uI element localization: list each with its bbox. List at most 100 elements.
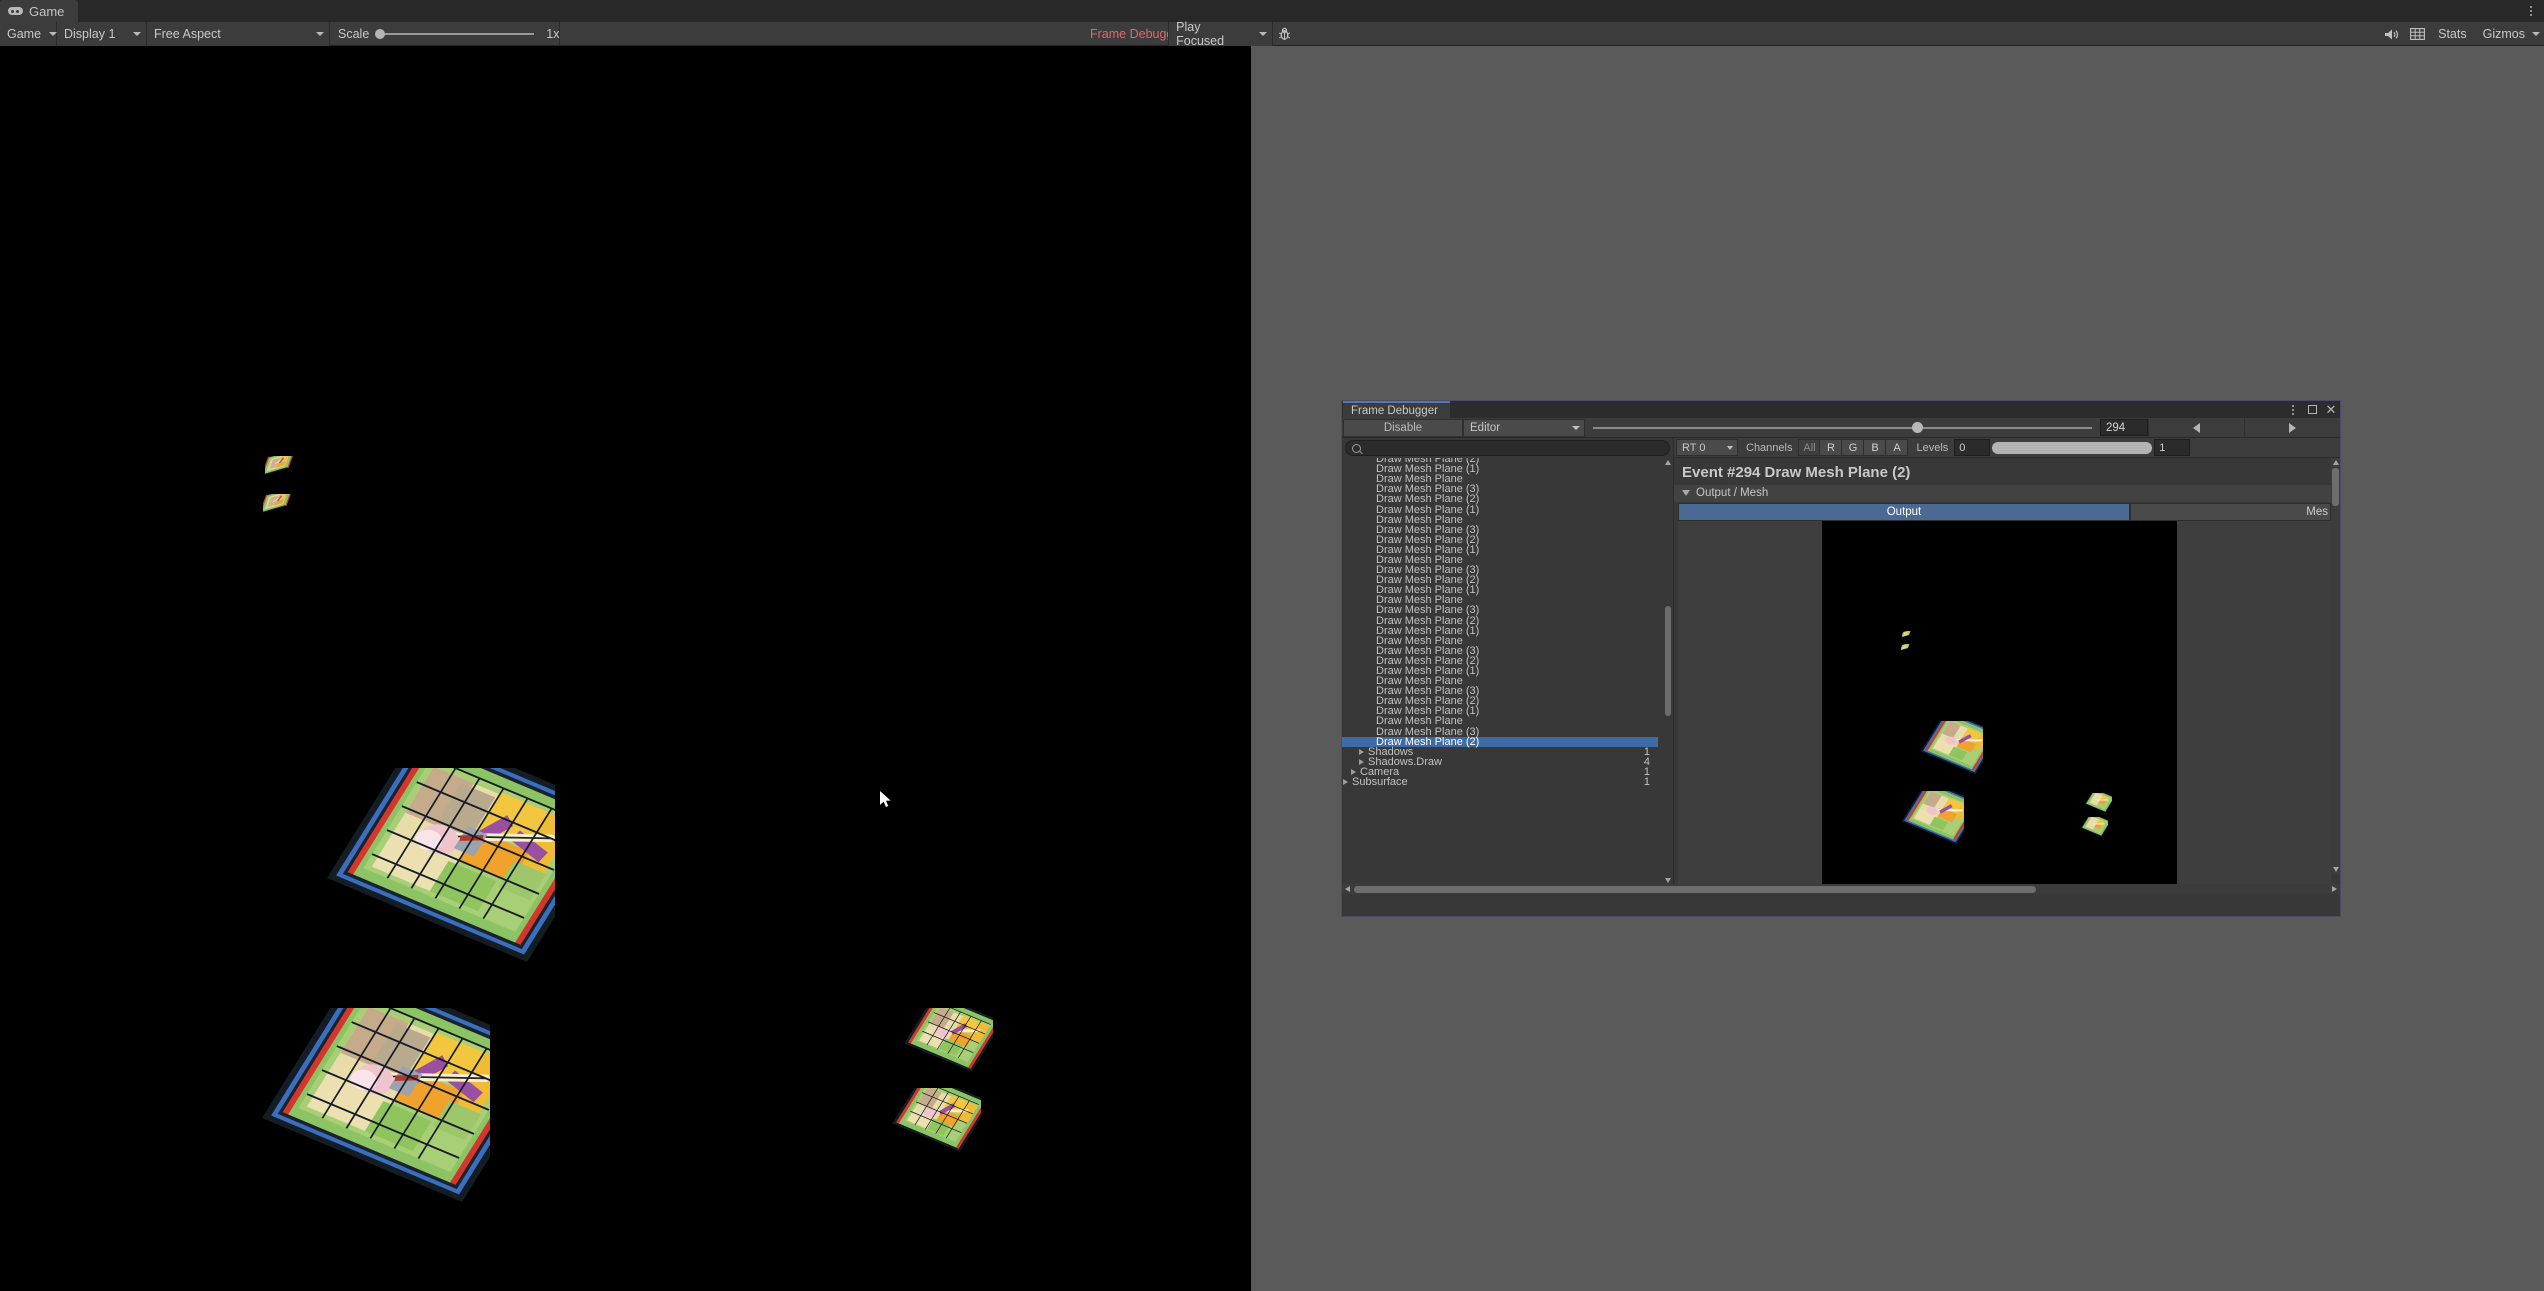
search-input[interactable]	[1366, 442, 1663, 454]
scrollbar-thumb[interactable]	[1665, 606, 1671, 716]
horizontal-scrollbar[interactable]	[1342, 884, 2340, 894]
mute-audio-icon[interactable]	[2378, 22, 2404, 46]
event-slider[interactable]	[1585, 418, 2100, 438]
scroll-up-icon[interactable]	[1664, 458, 1672, 466]
close-icon[interactable]: ✕	[2325, 403, 2337, 416]
scroll-left-icon[interactable]	[1342, 884, 1353, 894]
chevron-down-icon	[1259, 32, 1268, 36]
detail-scrollbar[interactable]	[2331, 458, 2340, 874]
frame-debugger-title: Frame Debugger	[1351, 404, 1438, 417]
tab-mesh[interactable]: Mes	[2130, 503, 2331, 521]
mouse-cursor-icon	[879, 790, 892, 809]
tab-game-label: Game	[29, 3, 65, 19]
channel-button-a[interactable]: A	[1886, 439, 1909, 456]
next-event-button[interactable]	[2244, 417, 2340, 438]
kebab-menu-icon[interactable]	[2287, 403, 2299, 416]
scroll-up-icon[interactable]	[2331, 458, 2340, 467]
levels-min-field[interactable]: 0	[1954, 439, 1991, 456]
game-view-canvas[interactable]	[0, 46, 1251, 1291]
frame-debugger-body: Draw Mesh Plane (2) Draw Mesh Plane (1) Dr…	[1342, 438, 2340, 884]
play-mode-label: Play Focused	[1176, 20, 1225, 48]
search-icon	[1352, 443, 1361, 453]
gamepad-icon	[8, 6, 23, 16]
tree-row-label: Subsurface	[1352, 776, 1408, 789]
detail-scrollbar-thumb[interactable]	[2332, 468, 2339, 506]
scale-slider-knob[interactable]	[375, 28, 386, 39]
channel-button-g[interactable]: G	[1842, 439, 1865, 456]
aspect-ratio-dropdown[interactable]: Free Aspect	[147, 21, 330, 46]
tree-row[interactable]: Subsurface 1	[1342, 776, 1658, 789]
channels-label: Channels	[1746, 441, 1793, 454]
search-field[interactable]	[1345, 440, 1670, 456]
expand-triangle-icon[interactable]	[1359, 758, 1364, 765]
tab-frame-debugger[interactable]: Frame Debugger	[1343, 401, 1450, 418]
play-mode-dropdown[interactable]: Play Focused	[1168, 20, 1273, 48]
event-tree[interactable]: Draw Mesh Plane (2) Draw Mesh Plane (1) Dr…	[1342, 458, 1673, 884]
expand-triangle-icon[interactable]	[1351, 768, 1356, 775]
preview-plane-mid-top	[2080, 793, 2112, 817]
scale-slider[interactable]	[375, 28, 535, 39]
maximize-icon[interactable]	[2306, 403, 2318, 416]
tab-game[interactable]: Game	[0, 0, 79, 22]
output-preview[interactable]	[1678, 521, 2331, 884]
levels-max-field[interactable]: 1	[2154, 439, 2191, 456]
horizontal-scrollbar-thumb[interactable]	[1354, 885, 2036, 893]
frame-debugger-window: Frame Debugger ✕ Disable Editor 294 Draw…	[1341, 400, 2341, 917]
display-label: Display 1	[64, 26, 116, 41]
render-target-dropdown[interactable]: RT 0	[1676, 439, 1738, 456]
chevron-down-icon	[1727, 445, 1733, 450]
expand-triangle-icon[interactable]	[1359, 748, 1364, 755]
output-mesh-foldout[interactable]: Output / Mesh	[1674, 485, 2331, 502]
scroll-right-icon[interactable]	[2329, 884, 2340, 894]
channel-buttons: All R G B A	[1798, 439, 1909, 456]
stained-glass-plane-mid-bottom	[876, 1088, 981, 1166]
event-index-field[interactable]: 294	[2100, 419, 2148, 436]
event-slider-knob[interactable]	[1912, 421, 1924, 433]
event-tree-panel: Draw Mesh Plane (2) Draw Mesh Plane (1) Dr…	[1342, 438, 1674, 884]
stained-glass-plane-far-bottom	[263, 494, 299, 516]
chevron-down-icon	[1572, 425, 1580, 430]
view-mode-dropdown[interactable]: Game	[0, 21, 58, 46]
grid-icon[interactable]	[2404, 22, 2430, 46]
scale-control[interactable]: Scale 1x	[330, 21, 561, 46]
aspect-ratio-label: Free Aspect	[154, 26, 221, 41]
preview-plane-far-top	[1902, 631, 1913, 639]
tab-output[interactable]: Output	[1678, 503, 2130, 521]
stained-glass-plane-near-top	[270, 768, 555, 1033]
gizmos-chevron-down-icon[interactable]	[2528, 22, 2544, 46]
view-mode-label: Game	[7, 26, 42, 41]
toolbar-right-group: Play Focused Stats Gizmos	[1168, 20, 2544, 48]
render-target-label: RT 0	[1682, 441, 1706, 454]
render-target-bar: RT 0 Channels All R G B A Levels 0 1	[1674, 438, 2340, 458]
game-view-toolbar: Game Display 1 Free Aspect Scale 1x Fram…	[0, 20, 2544, 48]
event-tree-scrollbar[interactable]	[1664, 458, 1672, 884]
disable-button[interactable]: Disable	[1343, 418, 1463, 437]
preview-render-image	[1822, 521, 2177, 884]
editor-kebab-menu-icon[interactable]	[2524, 3, 2538, 19]
prev-event-icon	[2193, 422, 2200, 433]
stained-glass-plane-mid-top	[888, 1008, 993, 1086]
channel-button-r[interactable]: R	[1820, 439, 1843, 456]
stained-glass-plane-near-bottom	[205, 1008, 490, 1273]
display-dropdown[interactable]: Display 1	[57, 21, 147, 46]
channel-button-b[interactable]: B	[1864, 439, 1887, 456]
target-dropdown[interactable]: Editor	[1463, 418, 1585, 437]
scroll-down-icon[interactable]	[2331, 865, 2340, 874]
scroll-down-icon[interactable]	[1664, 876, 1672, 884]
bug-icon[interactable]	[1272, 22, 1296, 46]
window-buttons: ✕	[2287, 401, 2337, 418]
preview-plane-near-bottom	[1886, 791, 1964, 864]
stats-button[interactable]: Stats	[2430, 22, 2475, 46]
foldout-triangle-icon	[1682, 490, 1690, 496]
preview-plane-far-bottom	[1901, 644, 1912, 652]
expand-triangle-icon[interactable]	[1343, 779, 1348, 786]
foldout-label: Output / Mesh	[1696, 487, 1769, 499]
gizmos-button[interactable]: Gizmos	[2475, 22, 2528, 46]
chevron-down-icon	[133, 31, 141, 36]
preview-plane-near-top	[1905, 721, 1983, 794]
channel-button-all[interactable]: All	[1798, 439, 1821, 456]
levels-range-slider[interactable]	[1992, 441, 2153, 454]
event-detail-panel: RT 0 Channels All R G B A Levels 0 1 Event #…	[1674, 438, 2340, 884]
preview-plane-mid-bottom	[2076, 817, 2108, 841]
prev-event-button[interactable]	[2148, 417, 2244, 438]
